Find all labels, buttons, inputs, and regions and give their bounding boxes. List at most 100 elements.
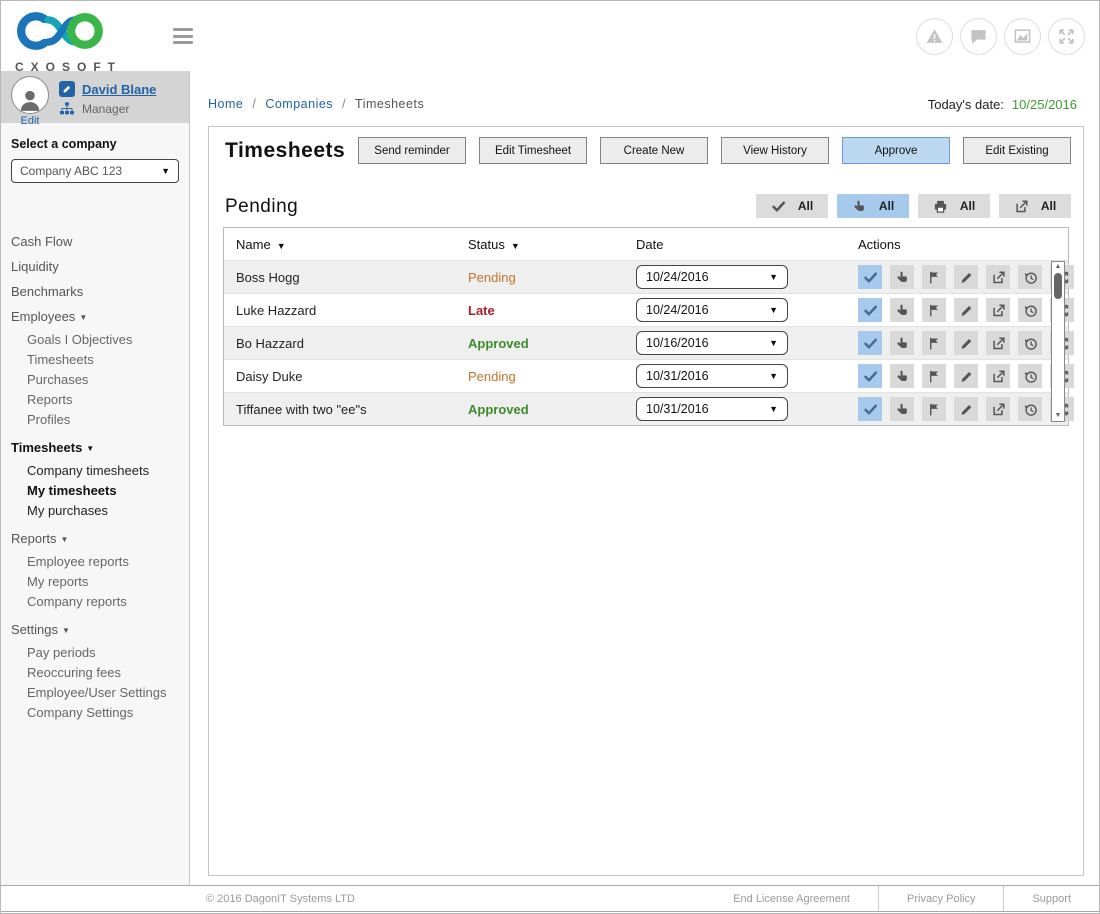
chat-icon[interactable]	[960, 18, 997, 55]
flag-action-button[interactable]	[922, 397, 946, 421]
sidebar-item-goals-i-objectives[interactable]: Goals I Objectives	[11, 330, 189, 350]
edit-name-button[interactable]	[59, 81, 75, 97]
pencil-action-button[interactable]	[954, 364, 978, 388]
date-select[interactable]: 10/16/2016 ▼	[636, 331, 788, 355]
thumb-action-button[interactable]	[890, 331, 914, 355]
sidebar-item-company-timesheets[interactable]: Company timesheets	[11, 461, 189, 481]
footer-link-support[interactable]: Support	[1003, 886, 1099, 911]
view-history-button[interactable]: View History	[721, 137, 829, 164]
sidebar-item-liquidity[interactable]: Liquidity	[11, 254, 189, 279]
thumb-all-button[interactable]: All	[837, 194, 909, 218]
pencil-action-button[interactable]	[954, 331, 978, 355]
approve-button[interactable]: Approve	[842, 137, 950, 164]
sidebar-item-employee-user-settings[interactable]: Employee/User Settings	[11, 683, 189, 703]
expand-icon[interactable]	[1048, 18, 1085, 55]
share-action-button[interactable]	[986, 331, 1010, 355]
share-action-button[interactable]	[986, 298, 1010, 322]
scrollbar-thumb[interactable]	[1054, 273, 1062, 299]
date-select[interactable]: 10/24/2016 ▼	[636, 265, 788, 289]
breadcrumb-home[interactable]: Home	[208, 97, 243, 111]
brand-logo[interactable]: CXOSOFT	[15, 9, 122, 74]
footer-link-privacy-policy[interactable]: Privacy Policy	[878, 886, 1003, 911]
company-select-value: Company ABC 123	[20, 164, 122, 178]
flag-action-button[interactable]	[922, 298, 946, 322]
alert-icon[interactable]	[916, 18, 953, 55]
edit-timesheet-button[interactable]: Edit Timesheet	[479, 137, 587, 164]
date-select[interactable]: 10/31/2016 ▼	[636, 364, 788, 388]
history-action-button[interactable]	[1018, 364, 1042, 388]
sidebar-item-cash-flow[interactable]: Cash Flow	[11, 229, 189, 254]
send-reminder-button[interactable]: Send reminder	[358, 137, 466, 164]
pencil-action-button[interactable]	[954, 265, 978, 289]
date-select-value: 10/24/2016	[646, 270, 709, 284]
thumb-action-button[interactable]	[890, 298, 914, 322]
pencil-action-button[interactable]	[954, 298, 978, 322]
scroll-up-icon[interactable]: ▲	[1055, 262, 1062, 272]
column-header-name[interactable]: Name▼	[236, 237, 468, 252]
date-select[interactable]: 10/24/2016 ▼	[636, 298, 788, 322]
sidebar-item-purchases[interactable]: Purchases	[11, 370, 189, 390]
menu-hamburger-icon[interactable]	[173, 28, 193, 44]
sidebar-item-pay-periods[interactable]: Pay periods	[11, 643, 189, 663]
sidebar-item-profiles[interactable]: Profiles	[11, 410, 189, 430]
history-action-button[interactable]	[1018, 265, 1042, 289]
share-action-button[interactable]	[986, 364, 1010, 388]
history-action-button[interactable]	[1018, 331, 1042, 355]
sidebar-item-reoccuring-fees[interactable]: Reoccuring fees	[11, 663, 189, 683]
thumb-action-button[interactable]	[890, 397, 914, 421]
chart-icon[interactable]	[1004, 18, 1041, 55]
create-new-button[interactable]: Create New	[600, 137, 708, 164]
flag-action-button[interactable]	[922, 364, 946, 388]
sidebar-item-company-settings[interactable]: Company Settings	[11, 703, 189, 723]
sidebar-item-benchmarks[interactable]: Benchmarks	[11, 279, 189, 304]
history-action-button[interactable]	[1018, 298, 1042, 322]
sidebar-item-timesheets[interactable]: Timesheets	[11, 350, 189, 370]
sidebar-item-employee-reports[interactable]: Employee reports	[11, 552, 189, 572]
sidebar-item-my-timesheets[interactable]: My timesheets	[11, 481, 189, 501]
flag-action-button[interactable]	[922, 265, 946, 289]
check-action-button[interactable]	[858, 331, 882, 355]
sidebar-item-reports[interactable]: Reports	[11, 390, 189, 410]
edit-profile-link[interactable]: Edit	[11, 115, 49, 127]
timesheets-table: Name▼Status▼DateActions Boss Hogg Pendin…	[223, 227, 1069, 426]
company-select[interactable]: Company ABC 123 ▼	[11, 159, 179, 183]
edit-existing-button[interactable]: Edit Existing	[963, 137, 1071, 164]
flag-action-button[interactable]	[922, 331, 946, 355]
check-action-button[interactable]	[858, 298, 882, 322]
share-all-button[interactable]: All	[999, 194, 1071, 218]
table-row: Boss Hogg Pending 10/24/2016 ▼	[224, 260, 1068, 293]
avatar[interactable]	[11, 76, 49, 114]
footer-link-end-license-agreement[interactable]: End License Agreement	[705, 886, 878, 911]
thumb-action-button[interactable]	[890, 364, 914, 388]
chevron-down-icon: ▼	[769, 338, 778, 348]
date-select[interactable]: 10/31/2016 ▼	[636, 397, 788, 421]
user-name-link[interactable]: David Blane	[82, 82, 156, 97]
scroll-down-icon[interactable]: ▼	[1055, 411, 1062, 421]
breadcrumb-companies[interactable]: Companies	[265, 97, 333, 111]
column-header-date: Date	[636, 237, 858, 252]
sidebar-item-timesheets[interactable]: Timesheets▼	[11, 435, 189, 461]
employee-name: Tiffanee with two "ee"s	[236, 402, 468, 417]
check-action-button[interactable]	[858, 364, 882, 388]
check-all-button[interactable]: All	[756, 194, 828, 218]
column-header-actions: Actions	[858, 237, 1068, 252]
share-action-button[interactable]	[986, 265, 1010, 289]
thumb-action-button[interactable]	[890, 265, 914, 289]
breadcrumb: Home/Companies/Timesheets	[208, 97, 424, 111]
column-header-status[interactable]: Status▼	[468, 237, 636, 252]
company-select-label: Select a company	[11, 137, 179, 151]
pencil-action-button[interactable]	[954, 397, 978, 421]
check-action-button[interactable]	[858, 265, 882, 289]
sidebar-item-settings[interactable]: Settings▼	[11, 617, 189, 643]
history-action-button[interactable]	[1018, 397, 1042, 421]
check-action-button[interactable]	[858, 397, 882, 421]
table-scrollbar[interactable]: ▲ ▼	[1051, 261, 1065, 422]
sidebar-item-my-reports[interactable]: My reports	[11, 572, 189, 592]
sidebar-item-reports[interactable]: Reports▼	[11, 526, 189, 552]
sidebar-item-company-reports[interactable]: Company reports	[11, 592, 189, 612]
share-action-button[interactable]	[986, 397, 1010, 421]
sidebar-item-employees[interactable]: Employees▼	[11, 304, 189, 330]
table-row: Bo Hazzard Approved 10/16/2016 ▼	[224, 326, 1068, 359]
print-all-button[interactable]: All	[918, 194, 990, 218]
sidebar-item-my-purchases[interactable]: My purchases	[11, 501, 189, 521]
